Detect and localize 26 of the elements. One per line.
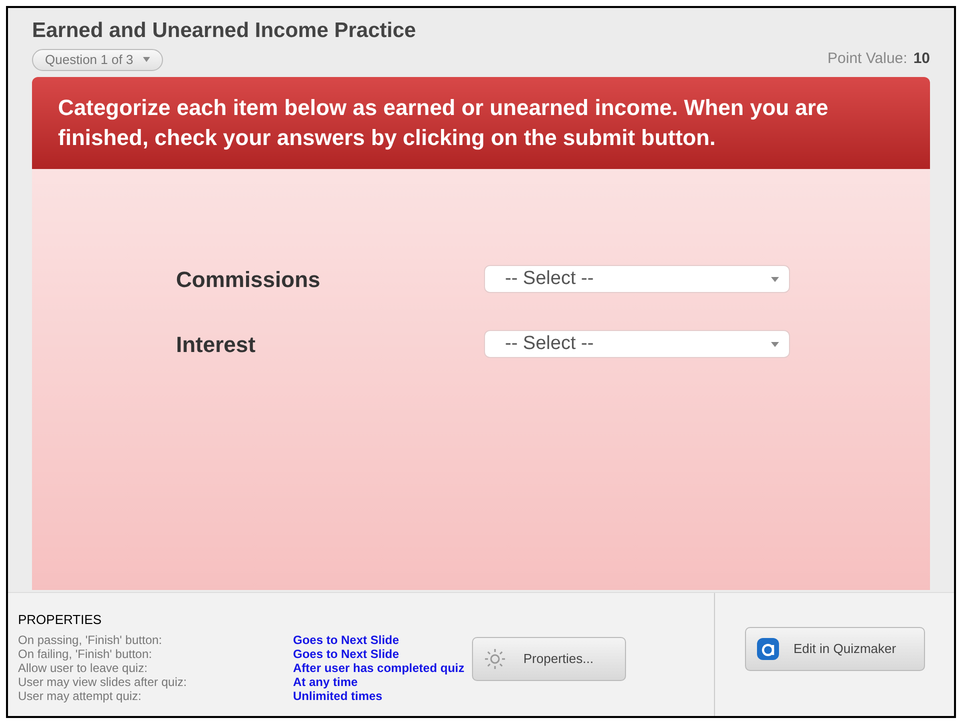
property-label: Allow user to leave quiz: <box>18 660 148 675</box>
edit-button[interactable]: Edit in Quizmaker <box>744 626 924 670</box>
property-value: At any time <box>293 674 358 689</box>
quiz-title: Earned and Unearned Income Practice <box>32 18 417 44</box>
property-label: User may view slides after quiz: <box>18 674 188 689</box>
properties-button[interactable]: Properties... <box>472 636 626 680</box>
property-label: On failing, 'Finish' button: <box>18 646 153 661</box>
caret-icon <box>143 57 150 62</box>
question-selector[interactable]: Question 1 of 3 <box>32 48 164 70</box>
properties-heading: PROPERTIES <box>18 611 103 630</box>
select-dropdown[interactable]: -- Select -- <box>484 265 790 294</box>
property-value: After user has completed quiz <box>293 660 464 675</box>
item-label: Commissions <box>176 266 322 294</box>
property-label: User may attempt quiz: <box>18 688 142 703</box>
property-value: Unlimited times <box>293 688 382 703</box>
property-label: On passing, 'Finish' button: <box>18 632 163 647</box>
question-prompt: Categorize each item below as earned or unearned income. When you are finished, check your answers by clicking on the submit button. <box>32 76 930 169</box>
logo-icon <box>756 636 780 660</box>
caret-icon <box>771 342 779 347</box>
item-label: Interest <box>176 330 256 359</box>
property-value: Goes to Next Slide <box>293 632 400 647</box>
point-value: 10 <box>913 49 930 70</box>
property-value: Goes to Next Slide <box>293 646 400 661</box>
select-dropdown[interactable]: -- Select -- <box>484 330 790 358</box>
point-value-label: Point Value: <box>828 49 908 70</box>
caret-icon <box>771 276 779 282</box>
